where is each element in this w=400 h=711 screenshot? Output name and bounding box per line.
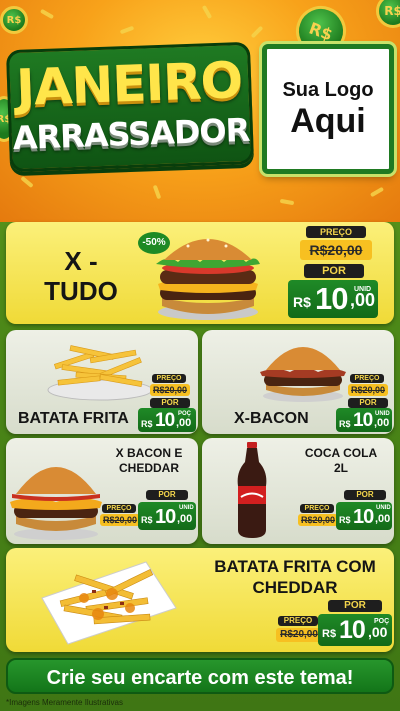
price-currency: R$ (293, 294, 311, 310)
price-box: R$ 10 ,00 UNID (138, 502, 196, 530)
product-name: X - TUDO (26, 246, 136, 306)
por-label: POR (304, 264, 364, 278)
x-bacon-burger-image (260, 347, 346, 402)
title-plate: JANEIRO ARRASSADOR (5, 41, 255, 173)
price-cents: ,00 (350, 290, 376, 310)
price-box: R$ 10 ,00 UNID (288, 280, 378, 318)
confetti (119, 25, 135, 35)
preco-label: PREÇO (306, 226, 366, 238)
price-unit: UNID (375, 411, 390, 417)
product-name-line-2: TUDO (44, 276, 118, 306)
product-name: BATATA FRITA COM CHEDDAR (202, 556, 388, 598)
title-line-2: ARRASSADOR (12, 110, 250, 158)
price-cents: ,00 (374, 417, 390, 429)
logo-text-line-2: Aqui (290, 101, 366, 140)
product-name-line-1: BATATA FRITA COM (214, 557, 376, 576)
price-cents: ,00 (177, 513, 193, 525)
old-price: R$20,00 (300, 240, 372, 260)
coin-icon: R$ (376, 0, 400, 28)
old-price: R$20,00 (348, 384, 388, 396)
confetti (39, 8, 55, 20)
hero-banner: R$ R$ R$ R$ JANEIRO ARRASSADOR Sua Logo … (0, 0, 400, 222)
batata-cheddar-image (41, 561, 177, 645)
price-integer: 10 (155, 410, 175, 431)
coca-cola-bottle-image (237, 442, 267, 538)
preco-label: PREÇO (152, 374, 186, 383)
preco-label: PREÇO (350, 374, 384, 383)
product-name: BATATA FRITA (18, 410, 129, 427)
price-unit: UNID (376, 505, 391, 511)
preco-label: PREÇO (278, 616, 318, 626)
price-box: R$ 10 ,00 UNID (336, 408, 392, 432)
price-integer: 10 (315, 281, 348, 316)
por-label: POR (150, 398, 190, 408)
por-label: POR (344, 490, 386, 500)
product-card-x-tudo: X - TUDO -50% PREÇO R$20,00 POR R$ 10 ,0… (6, 222, 394, 324)
product-name-line-1: X BACON E (115, 446, 183, 460)
old-price: R$20,00 (150, 384, 190, 396)
old-price: R$20,00 (100, 514, 140, 526)
coin-icon: R$ (0, 6, 28, 34)
confetti (20, 175, 34, 189)
price-unit: POÇ (178, 411, 192, 417)
price-cents: ,00 (176, 417, 192, 429)
product-name: COCA COLA 2L (296, 446, 386, 476)
price-box: R$ 10 ,00 UNID (336, 502, 392, 530)
price-box: R$ 10 ,00 POÇ (138, 408, 196, 432)
product-card-batata-frita: BATATA FRITA PREÇO R$20,00 POR R$ 10 ,00… (6, 330, 198, 434)
preco-label: PREÇO (300, 504, 334, 513)
logo-text-line-1: Sua Logo (282, 78, 374, 101)
old-price: R$20,00 (276, 628, 322, 642)
product-card-x-bacon-cheddar: X BACON E CHEDDAR PREÇO R$20,00 POR R$ 1… (6, 438, 198, 544)
price-integer: 10 (353, 506, 374, 528)
confetti (279, 198, 295, 206)
price-currency: R$ (339, 515, 351, 525)
product-card-coca-cola: COCA COLA 2L PREÇO R$20,00 POR R$ 10 ,00… (202, 438, 394, 544)
price-unit: UNID (354, 286, 372, 293)
confetti (250, 25, 264, 39)
price-currency: R$ (322, 628, 337, 640)
product-name: X-BACON (234, 410, 309, 427)
product-card-x-bacon: X-BACON PREÇO R$20,00 POR R$ 10 ,00 UNID (202, 330, 394, 434)
price-cents: ,00 (368, 624, 388, 640)
price-integer: 10 (353, 410, 373, 431)
product-name-line-2: 2L (333, 461, 348, 475)
logo-placeholder: Sua Logo Aqui (262, 44, 394, 174)
product-name-line-2: CHEDDAR (119, 461, 179, 475)
x-bacon-cheddar-burger-image (10, 467, 102, 540)
cta-banner[interactable]: Crie seu encarte com este tema! (6, 658, 394, 694)
confetti (152, 184, 162, 200)
por-label: POR (328, 600, 382, 612)
product-card-batata-cheddar: BATATA FRITA COM CHEDDAR POR PREÇO R$20,… (6, 548, 394, 652)
por-label: POR (146, 490, 188, 500)
price-integer: 10 (339, 616, 366, 644)
old-price: R$20,00 (298, 514, 338, 526)
preco-label: PREÇO (102, 504, 136, 513)
price-currency: R$ (339, 419, 351, 429)
product-name-line-1: X - (64, 246, 98, 276)
por-label: POR (348, 398, 388, 408)
discount-badge: -50% (138, 232, 170, 254)
disclaimer-text: *Imagens Meramente Ilustrativas (6, 698, 123, 707)
price-box: R$ 10 ,00 POÇ (318, 614, 392, 646)
confetti (201, 4, 213, 20)
confetti (369, 186, 385, 198)
price-currency: R$ (141, 419, 153, 429)
price-unit: UNID (179, 505, 194, 511)
price-unit: POÇ (374, 618, 390, 625)
price-cents: ,00 (375, 513, 391, 525)
product-name-line-2: CHEDDAR (252, 578, 338, 597)
price-integer: 10 (155, 506, 176, 528)
price-currency: R$ (141, 515, 153, 525)
batata-frita-image (47, 345, 153, 401)
title-line-1: JANEIRO (15, 51, 244, 117)
product-name: X BACON E CHEDDAR (106, 446, 192, 476)
product-name-line-1: COCA COLA (304, 446, 378, 460)
